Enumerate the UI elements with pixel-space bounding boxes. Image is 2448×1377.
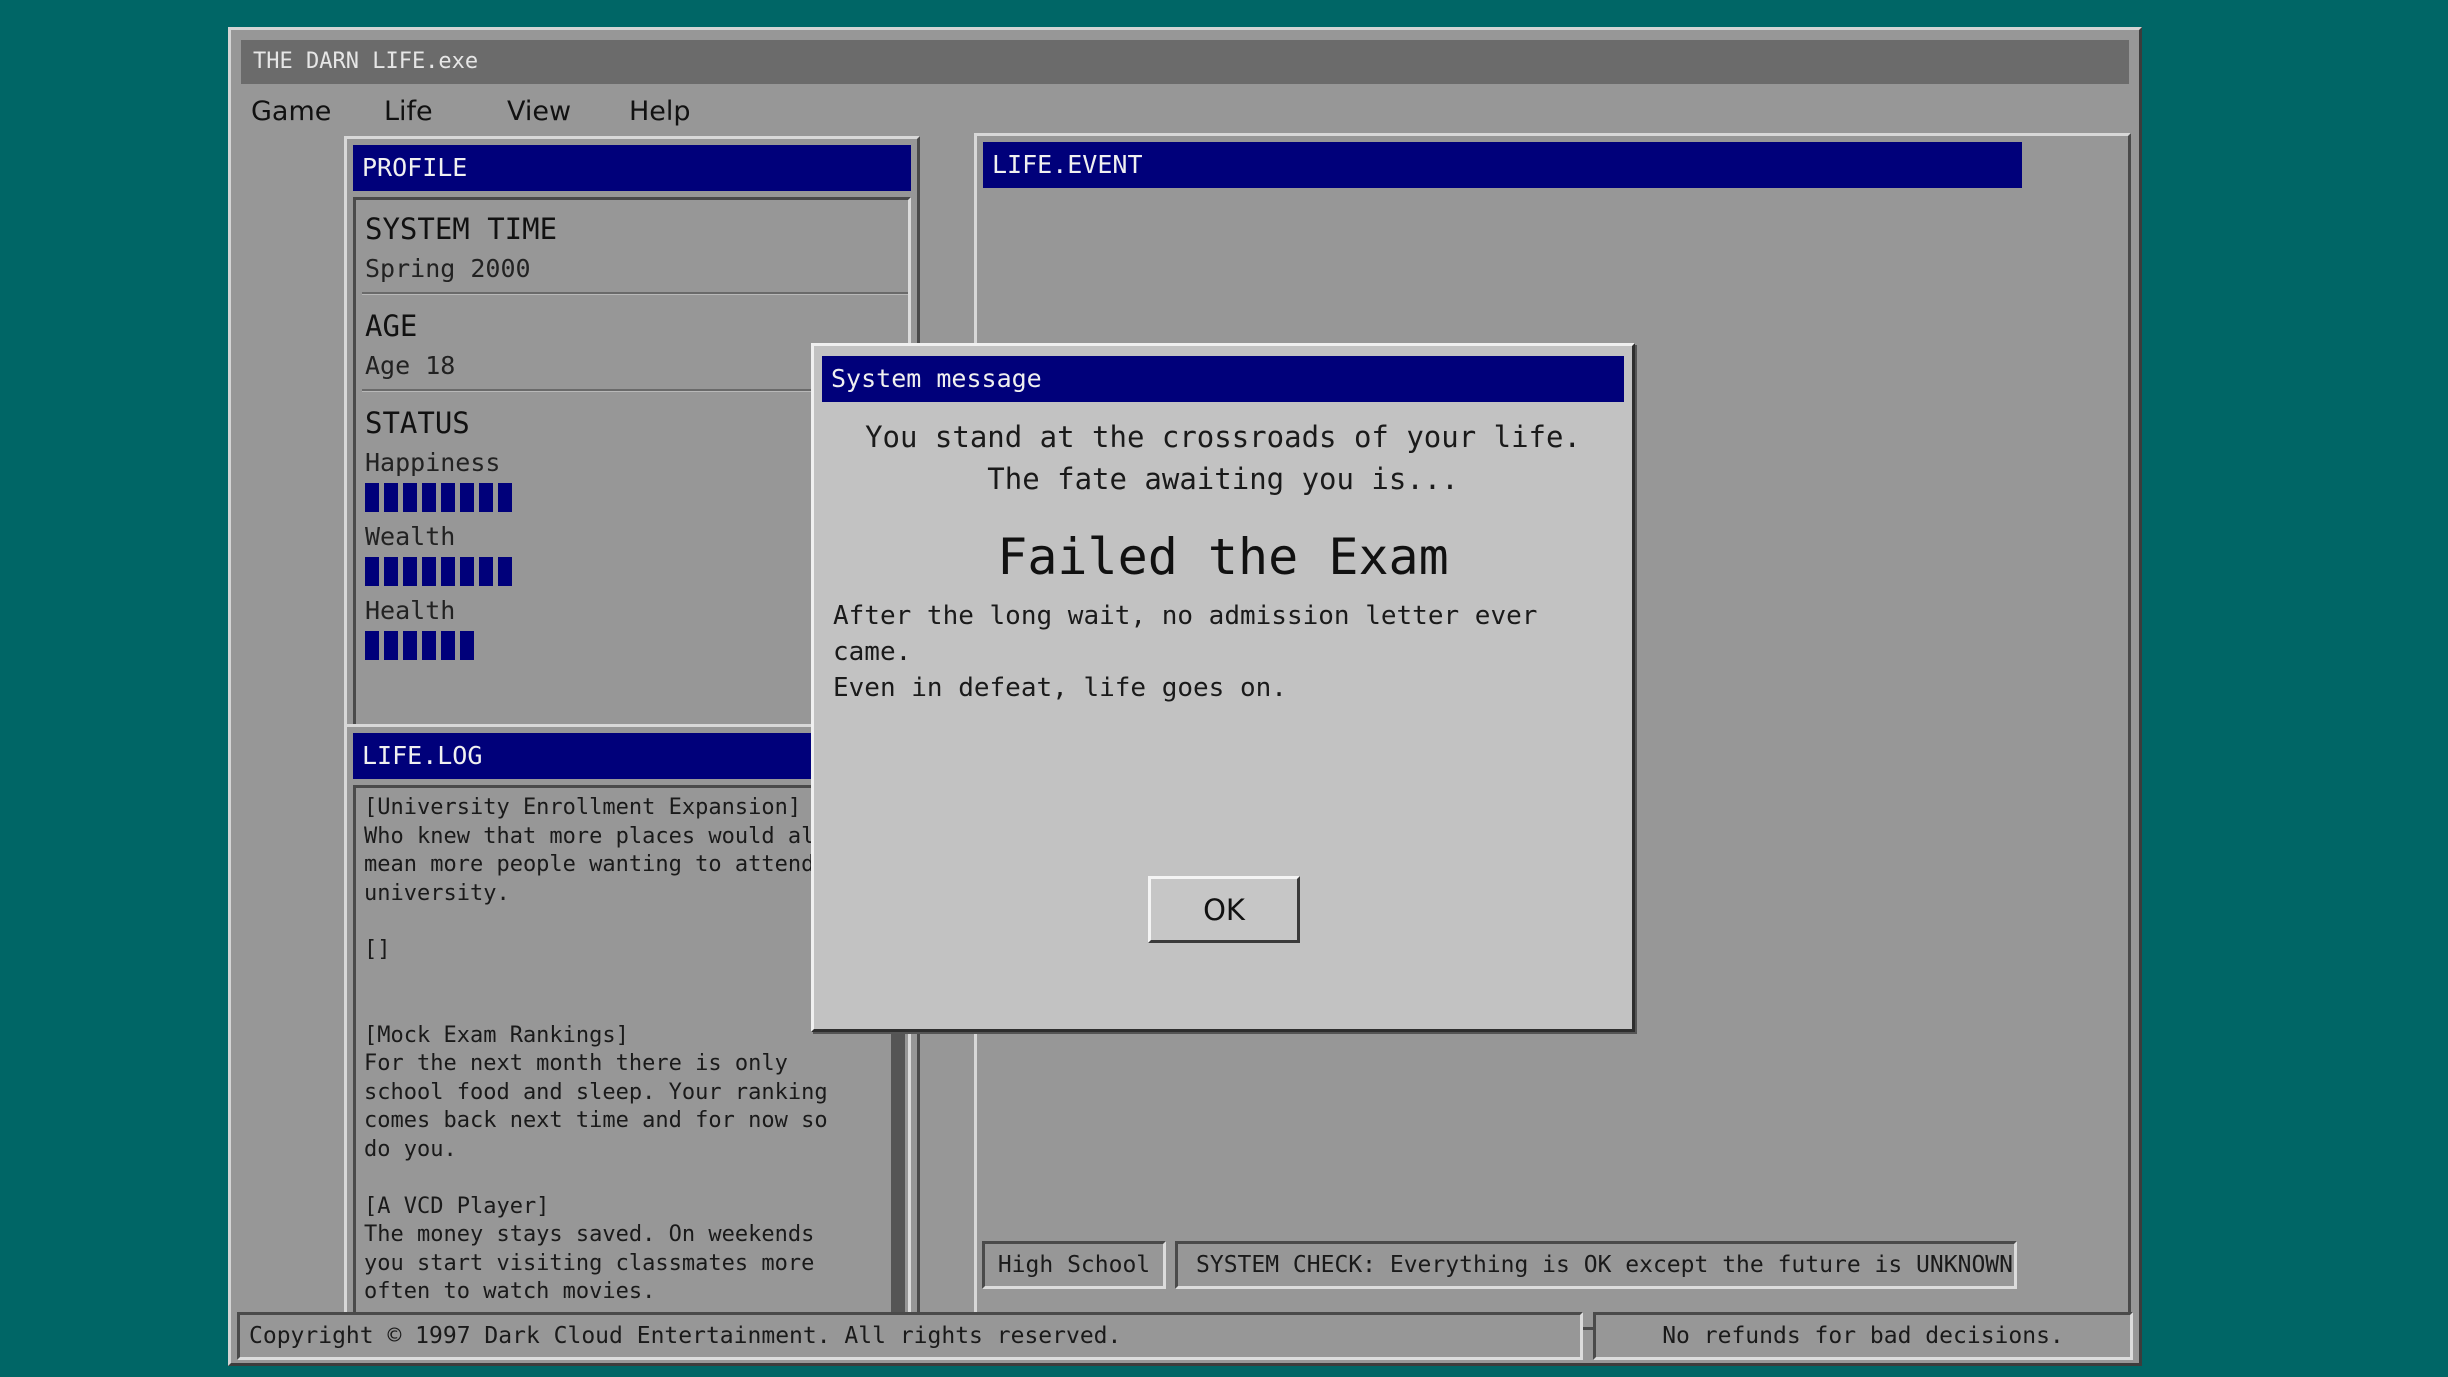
system-time-title: SYSTEM TIME <box>365 212 558 246</box>
stat-bar-segment <box>460 483 474 512</box>
stat-bar-segment <box>403 557 417 586</box>
life-log-text: [University Enrollment Expansion] Who kne… <box>364 794 884 1318</box>
stat-bar-segment <box>384 631 398 660</box>
log-entry-body <box>364 965 884 994</box>
stat-bar-segment <box>384 557 398 586</box>
stat-bar-segment <box>441 483 455 512</box>
stat-bar-segment <box>460 557 474 586</box>
menu-help[interactable]: Help <box>629 92 691 132</box>
stat-bar-segment <box>498 557 512 586</box>
system-time-block: SYSTEM TIME Spring 2000 <box>365 212 908 283</box>
dialog-intro: You stand at the crossroads of your life… <box>814 416 1632 500</box>
menu-life[interactable]: Life <box>384 92 433 132</box>
stat-bar-segment <box>479 483 493 512</box>
dialog-title: System message <box>822 356 1624 402</box>
stat-bar-segment <box>498 483 512 512</box>
tagline-field: No refunds for bad decisions. <box>1593 1312 2133 1360</box>
log-entry-body: The money stays saved. On weekends you s… <box>364 1222 815 1305</box>
log-entry-title: [A VCD Player] <box>364 1193 550 1219</box>
log-entry-title: [Mock Exam Rankings] <box>364 1022 629 1048</box>
divider <box>362 292 908 295</box>
dialog-description: After the long wait, no admission letter… <box>833 598 1623 706</box>
age-title: AGE <box>365 309 418 343</box>
title-bar: THE DARN LIFE.exe <box>241 40 2129 84</box>
stat-bar-segment <box>384 483 398 512</box>
log-entry: [A VCD Player] The money stays saved. On … <box>364 1193 884 1307</box>
stat-bar-segment <box>422 483 436 512</box>
stat-bar-segment <box>365 631 379 660</box>
menu-game[interactable]: Game <box>251 92 331 132</box>
log-entry-title: [University Enrollment Expansion] <box>364 795 802 820</box>
dialog-intro-line1: You stand at the crossroads of your life… <box>865 420 1581 454</box>
log-entry: [Mock Exam Rankings] For the next month t… <box>364 1022 884 1165</box>
stat-bar-segment <box>403 483 417 512</box>
profile-header: PROFILE <box>353 145 911 191</box>
stat-bar-segment <box>441 557 455 586</box>
ok-button[interactable]: OK <box>1148 876 1300 943</box>
stat-bar-segment <box>403 631 417 660</box>
stat-bar-segment <box>422 631 436 660</box>
copyright-field: Copyright © 1997 Dark Cloud Entertainmen… <box>237 1312 1583 1360</box>
stat-bar-segment <box>365 557 379 586</box>
system-message-dialog: System message You stand at the crossroa… <box>811 343 1635 1032</box>
stat-bar-segment <box>460 631 474 660</box>
dialog-intro-line2: The fate awaiting you is... <box>987 462 1459 496</box>
life-stage-field: High School <box>982 1241 1166 1289</box>
stat-bar-segment <box>365 483 379 512</box>
stat-bar-segment <box>479 557 493 586</box>
stat-bar-segment <box>422 557 436 586</box>
dialog-desc-line2: Even in defeat, life goes on. <box>833 673 1287 703</box>
stat-bar-segment <box>441 631 455 660</box>
system-time-value: Spring 2000 <box>365 254 531 283</box>
log-entry-title: [] <box>364 937 391 963</box>
log-entry: [University Enrollment Expansion] Who kne… <box>364 794 884 908</box>
log-entry-body: For the next month there is only school … <box>364 1051 828 1162</box>
log-entry: [] <box>364 936 884 993</box>
log-entry-body: Who knew that more places would also mea… <box>364 823 841 906</box>
dialog-desc-line1: After the long wait, no admission letter… <box>833 601 1538 667</box>
menu-view[interactable]: View <box>507 92 571 132</box>
dialog-outcome: Failed the Exam <box>997 528 1449 586</box>
system-check-field: SYSTEM CHECK: Everything is OK except th… <box>1175 1241 2017 1289</box>
life-event-header: LIFE.EVENT <box>983 142 2022 188</box>
